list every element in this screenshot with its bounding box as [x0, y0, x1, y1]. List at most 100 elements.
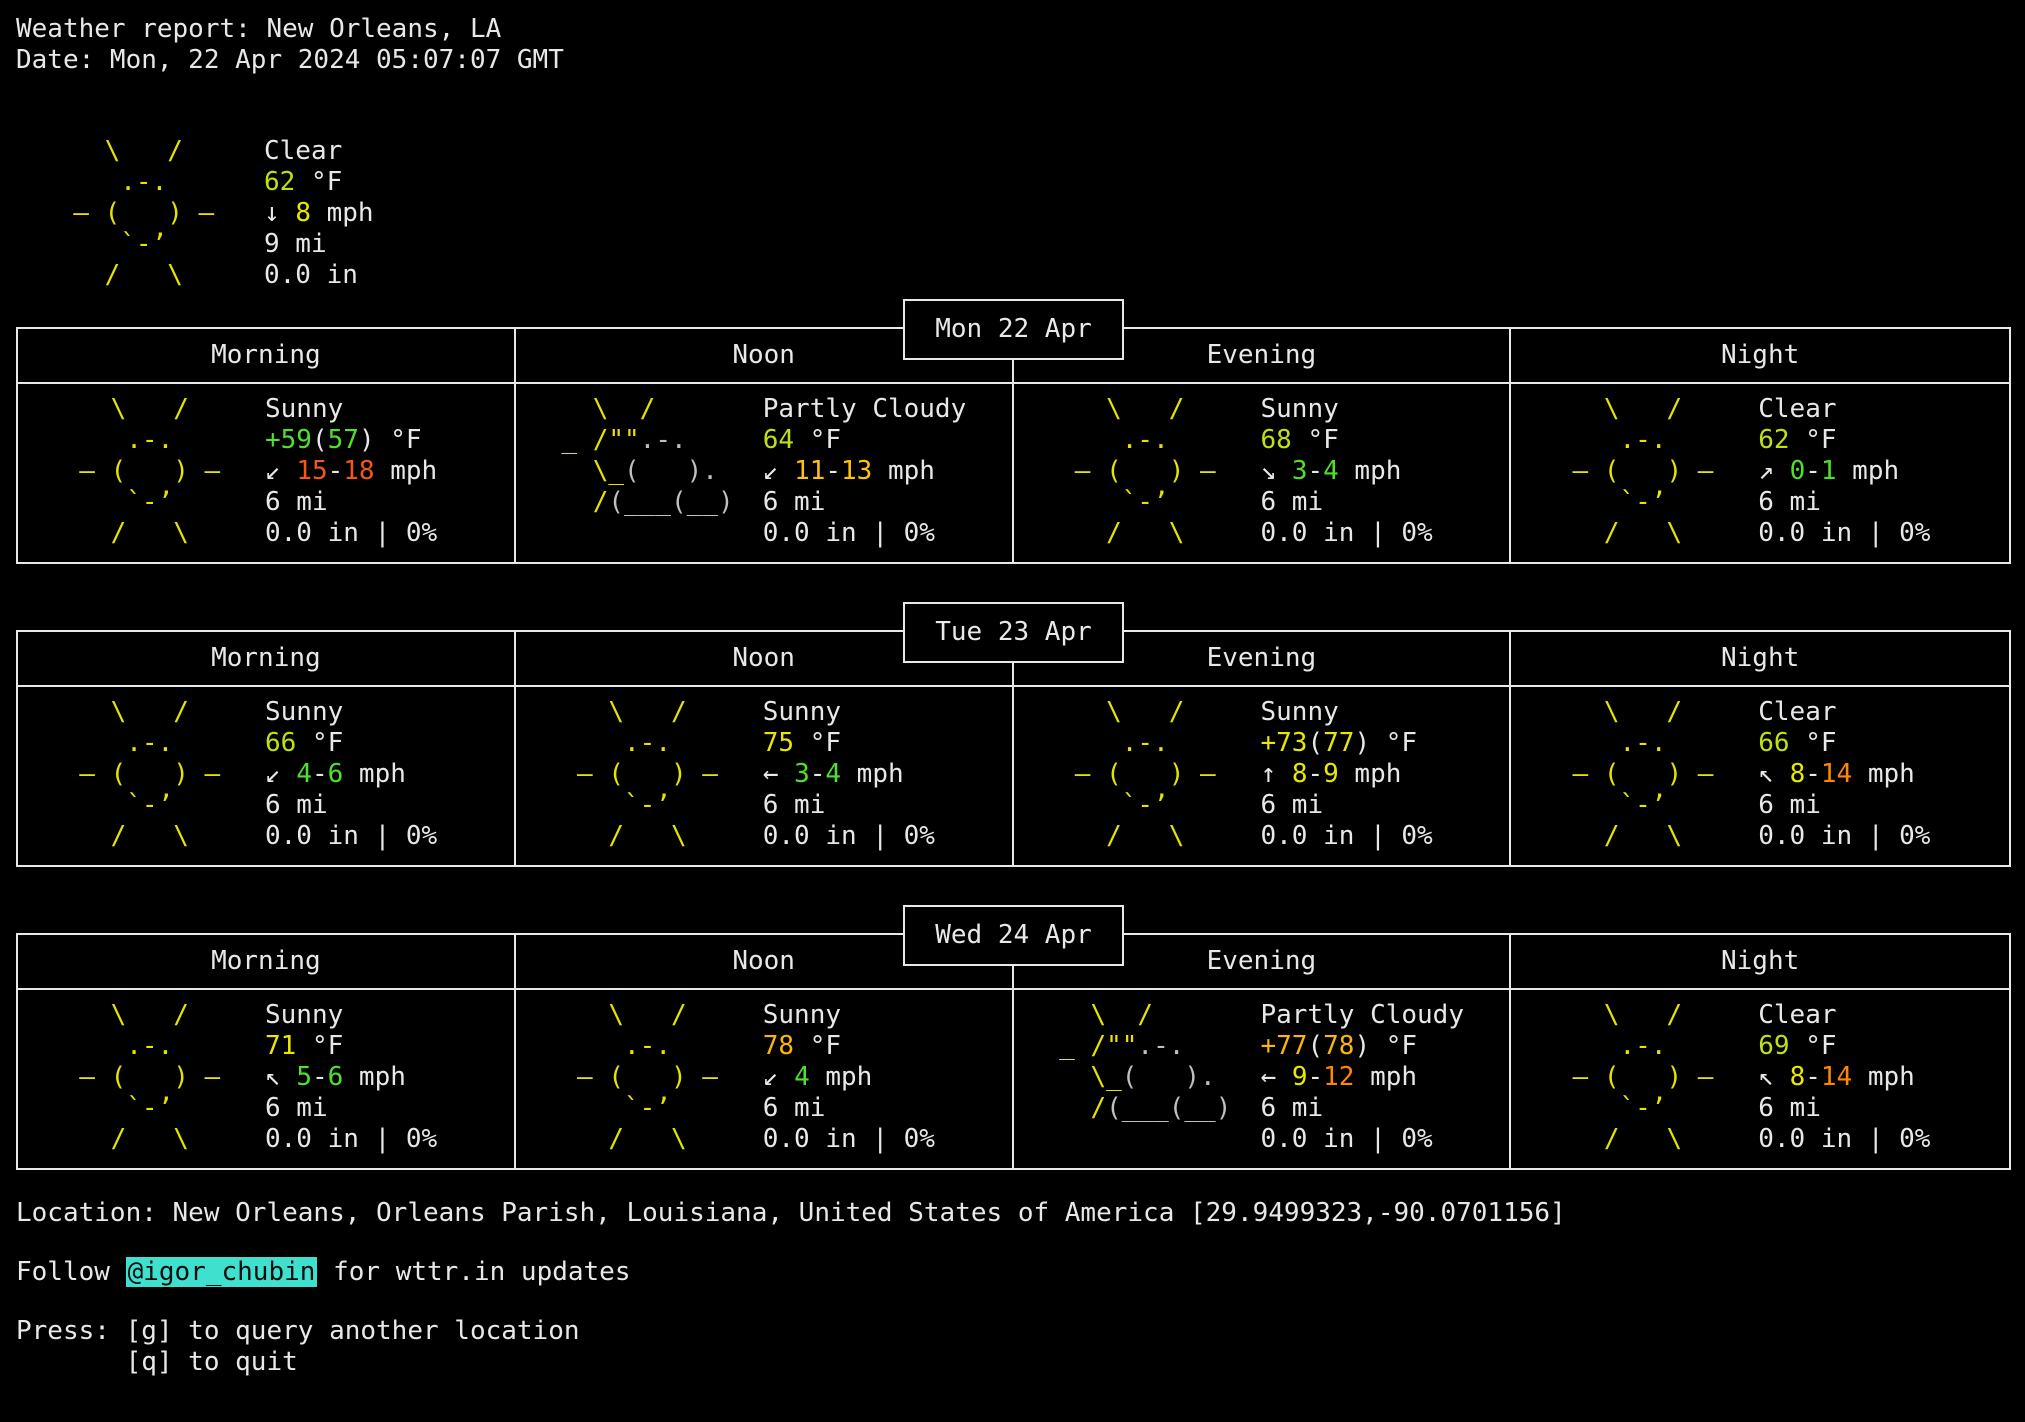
text-line: ― ( ) ―: [42, 198, 244, 229]
text-line: ↙ 4-6 mph: [265, 759, 437, 790]
weather-sun-icon: \ / .-. ― ( ) ― `-’ / \: [1541, 394, 1743, 549]
forecast-day: Wed 24 AprMorningNoonEveningNight \ / .-…: [16, 905, 2011, 1170]
text-line: \ /: [1541, 1000, 1743, 1031]
text-line: ↖ 5-6 mph: [265, 1062, 437, 1093]
text-line: .-.: [1541, 425, 1743, 456]
text-line: / \: [1044, 518, 1246, 549]
text-line: 0.0 in | 0%: [1261, 821, 1433, 852]
text-line: 0.0 in | 0%: [1261, 1124, 1465, 1155]
text-line: _ /"".-.: [1044, 1031, 1246, 1062]
current-weather-sun-icon: \ / .-. ― ( ) ― `-’ / \: [42, 136, 244, 291]
text-line: \ /: [42, 136, 244, 167]
forecast-cell-noon: \ / .-. ― ( ) ― `-’ / \Sunny78 °F↙ 4 mph…: [516, 990, 1014, 1168]
text-line: Sunny: [265, 697, 437, 728]
forecast-table: MorningNoonEveningNight \ / .-. ― ( ) ― …: [16, 933, 2011, 1170]
forecast-cell-details: Clear69 °F↖ 8-14 mph6 mi0.0 in | 0%: [1758, 1000, 1930, 1155]
text-line: 75 °F: [763, 728, 935, 759]
weather-sun-icon: \ / .-. ― ( ) ― `-’ / \: [48, 1000, 250, 1155]
text-line: Partly Cloudy: [763, 394, 967, 425]
text-line: `-’: [1044, 790, 1246, 821]
text-line: \ /: [1541, 697, 1743, 728]
text-line: Partly Cloudy: [1261, 1000, 1465, 1031]
weather-sun-icon: \ / .-. ― ( ) ― `-’ / \: [546, 697, 748, 852]
text-line: / \: [48, 1124, 250, 1155]
text-line: .-.: [48, 728, 250, 759]
text-line: ↓ 8 mph: [264, 198, 374, 229]
text-line: ← 3-4 mph: [763, 759, 935, 790]
text-line: 6 mi: [265, 1093, 437, 1124]
text-line: 6 mi: [1758, 1093, 1930, 1124]
weather-partly-cloudy-icon: \ / _ /"".-. \_( ). /(___(__): [1044, 1000, 1246, 1155]
text-line: ― ( ) ―: [48, 1062, 250, 1093]
text-line: .-.: [546, 1031, 748, 1062]
text-line: ↙ 11-13 mph: [763, 456, 967, 487]
text-line: ― ( ) ―: [1044, 759, 1246, 790]
forecast-days: Mon 22 AprMorningNoonEveningNight \ / .-…: [16, 299, 2011, 1170]
weather-sun-icon: \ / .-. ― ( ) ― `-’ / \: [1541, 697, 1743, 852]
forecast-cell-noon: \ / _ /"".-. \_( ). /(___(__)Partly Clou…: [516, 384, 1014, 562]
text-line: `-’: [546, 790, 748, 821]
weather-sun-icon: \ / .-. ― ( ) ― `-’ / \: [1044, 394, 1246, 549]
text-line: .-.: [1044, 728, 1246, 759]
press-hint-query: Press: [g] to query another location: [16, 1316, 2011, 1347]
terminal-screen: Weather report: New Orleans, LA Date: Mo…: [0, 0, 2025, 1378]
text-line: .-.: [48, 1031, 250, 1062]
text-line: Clear: [1758, 697, 1930, 728]
text-line: .-.: [42, 167, 244, 198]
text-line: 9 mi: [264, 229, 374, 260]
twitter-handle[interactable]: @igor_chubin: [126, 1257, 318, 1287]
forecast-cell-details: Partly Cloudy64 °F↙ 11-13 mph6 mi0.0 in …: [763, 394, 967, 549]
text-line: .-.: [546, 728, 748, 759]
text-line: 6 mi: [763, 487, 967, 518]
text-line: 0.0 in: [264, 260, 374, 291]
forecast-day: Mon 22 AprMorningNoonEveningNight \ / .-…: [16, 299, 2011, 564]
text-line: Sunny: [763, 1000, 935, 1031]
forecast-table-body: \ / .-. ― ( ) ― `-’ / \Sunny+59(57) °F↙ …: [18, 384, 2009, 562]
text-line: .-.: [1541, 728, 1743, 759]
text-line: 71 °F: [265, 1031, 437, 1062]
text-line: \ /: [1044, 1000, 1246, 1031]
text-line: / \: [546, 1124, 748, 1155]
text-line: `-’: [48, 1093, 250, 1124]
day-title-wrap: Tue 23 Apr: [16, 602, 2011, 663]
text-line: ↖ 8-14 mph: [1758, 759, 1930, 790]
text-line: /(___(__): [1044, 1093, 1246, 1124]
text-line: ― ( ) ―: [48, 759, 250, 790]
text-line: \ /: [48, 1000, 250, 1031]
report-title: Weather report: New Orleans, LA: [16, 14, 2011, 45]
text-line: \ /: [48, 394, 250, 425]
text-line: `-’: [48, 790, 250, 821]
location-line: Location: New Orleans, Orleans Parish, L…: [16, 1198, 2011, 1229]
text-line: /(___(__): [546, 487, 748, 518]
text-line: / \: [1541, 518, 1743, 549]
text-line: Sunny: [1261, 697, 1433, 728]
follow-line: Follow @igor_chubin for wttr.in updates: [16, 1257, 2011, 1288]
weather-sun-icon: \ / .-. ― ( ) ― `-’ / \: [48, 394, 250, 549]
text-line: ↙ 15-18 mph: [265, 456, 437, 487]
forecast-cell-details: Partly Cloudy+77(78) °F← 9-12 mph6 mi0.0…: [1261, 1000, 1465, 1155]
text-line: 6 mi: [763, 790, 935, 821]
text-line: _ /"".-.: [546, 425, 748, 456]
text-line: 66 °F: [265, 728, 437, 759]
text-line: 0.0 in | 0%: [265, 518, 437, 549]
forecast-cell-morning: \ / .-. ― ( ) ― `-’ / \Sunny+59(57) °F↙ …: [18, 384, 516, 562]
text-line: \ /: [48, 697, 250, 728]
text-line: 62 °F: [1758, 425, 1930, 456]
forecast-cell-night: \ / .-. ― ( ) ― `-’ / \Clear62 °F↗ 0-1 m…: [1511, 384, 2009, 562]
text-line: `-’: [48, 487, 250, 518]
text-line: / \: [1044, 821, 1246, 852]
text-line: Sunny: [763, 697, 935, 728]
text-line: \ /: [1044, 394, 1246, 425]
forecast-cell-evening: \ / .-. ― ( ) ― `-’ / \Sunny+73(77) °F↑ …: [1014, 687, 1512, 865]
text-line: \_( ).: [546, 456, 748, 487]
text-line: \ /: [546, 697, 748, 728]
text-line: 0.0 in | 0%: [763, 518, 967, 549]
forecast-table-body: \ / .-. ― ( ) ― `-’ / \Sunny66 °F↙ 4-6 m…: [18, 687, 2009, 865]
text-line: / \: [42, 260, 244, 291]
forecast-cell-night: \ / .-. ― ( ) ― `-’ / \Clear69 °F↖ 8-14 …: [1511, 990, 2009, 1168]
text-line: 69 °F: [1758, 1031, 1930, 1062]
text-line: / \: [546, 821, 748, 852]
text-line: 6 mi: [1261, 1093, 1465, 1124]
forecast-cell-details: Clear66 °F↖ 8-14 mph6 mi0.0 in | 0%: [1758, 697, 1930, 852]
text-line: ― ( ) ―: [546, 1062, 748, 1093]
